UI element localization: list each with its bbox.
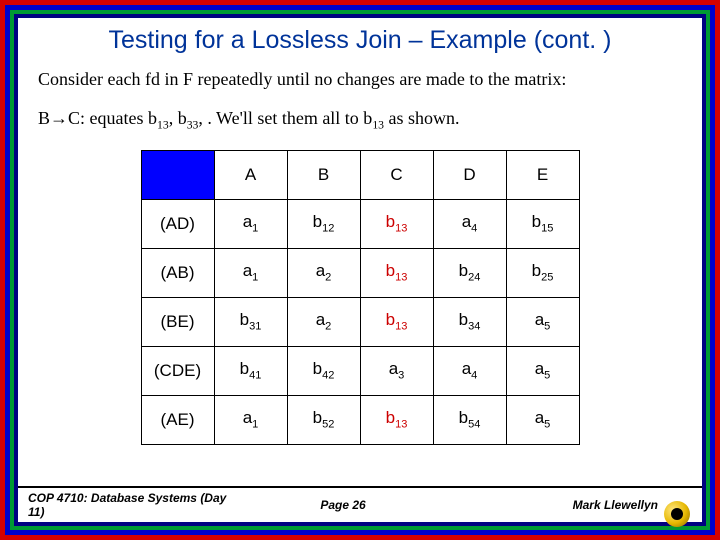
table-row: (AB)a1a2b13b24b25 xyxy=(141,248,579,297)
matrix-cell: a5 xyxy=(506,297,579,346)
matrix-cell: a1 xyxy=(214,395,287,444)
matrix-cell: b25 xyxy=(506,248,579,297)
paragraph-1: Consider each fd in F repeatedly until n… xyxy=(38,69,682,90)
p2-prefix: B xyxy=(38,108,50,128)
row-label: (BE) xyxy=(141,297,214,346)
header-row: A B C D E xyxy=(141,150,579,199)
matrix-cell: b15 xyxy=(506,199,579,248)
matrix-cell: b42 xyxy=(287,346,360,395)
border-navy: Testing for a Lossless Join – Example (c… xyxy=(14,14,706,526)
matrix-cell: a1 xyxy=(214,248,287,297)
table-row: (AD)a1b12b13a4b15 xyxy=(141,199,579,248)
border-blue: Testing for a Lossless Join – Example (c… xyxy=(5,5,715,535)
border-green: Testing for a Lossless Join – Example (c… xyxy=(10,10,710,530)
col-D: D xyxy=(433,150,506,199)
footer-author: Mark Llewellyn xyxy=(573,498,658,512)
table-row: (AE)a1b52b13b54a5 xyxy=(141,395,579,444)
slide-body: Consider each fd in F repeatedly until n… xyxy=(18,65,702,486)
footer: COP 4710: Database Systems (Day 11) Page… xyxy=(18,486,702,522)
footer-right: Mark Llewellyn xyxy=(448,498,692,512)
matrix-cell: b12 xyxy=(287,199,360,248)
matrix-cell: a2 xyxy=(287,248,360,297)
matrix-cell: a4 xyxy=(433,199,506,248)
row-label: (CDE) xyxy=(141,346,214,395)
footer-left: COP 4710: Database Systems (Day 11) xyxy=(28,491,238,519)
matrix-cell: b13 xyxy=(360,297,433,346)
col-C: C xyxy=(360,150,433,199)
matrix-cell: b54 xyxy=(433,395,506,444)
row-label: (AD) xyxy=(141,199,214,248)
logo-icon xyxy=(664,501,690,527)
matrix-cell: a5 xyxy=(506,395,579,444)
matrix-cell: b13 xyxy=(360,199,433,248)
col-B: B xyxy=(287,150,360,199)
table-row: (BE)b31a2b13b34a5 xyxy=(141,297,579,346)
paragraph-2: B→C: equates b13, b33, . We'll set them … xyxy=(38,108,682,132)
col-E: E xyxy=(506,150,579,199)
footer-center: Page 26 xyxy=(238,498,448,512)
matrix-cell: b41 xyxy=(214,346,287,395)
p2-sub2: 33 xyxy=(187,119,199,132)
slide-title: Testing for a Lossless Join – Example (c… xyxy=(28,26,692,55)
matrix-cell: a5 xyxy=(506,346,579,395)
col-A: A xyxy=(214,150,287,199)
p2-mid1: , b xyxy=(169,108,187,128)
row-label: (AB) xyxy=(141,248,214,297)
row-label: (AE) xyxy=(141,395,214,444)
matrix-cell: b31 xyxy=(214,297,287,346)
matrix-cell: a3 xyxy=(360,346,433,395)
p2-mid2: , . We'll set them all to b xyxy=(198,108,372,128)
matrix-cell: b13 xyxy=(360,248,433,297)
table-row: (CDE)b41b42a3a4a5 xyxy=(141,346,579,395)
matrix-table: A B C D E (AD)a1b12b13a4b15(AB)a1a2b13b2… xyxy=(141,150,580,445)
p2-end: as shown. xyxy=(384,108,460,128)
matrix-cell: a1 xyxy=(214,199,287,248)
matrix-cell: b13 xyxy=(360,395,433,444)
matrix-cell: b34 xyxy=(433,297,506,346)
corner-cell xyxy=(141,150,214,199)
matrix-cell: a4 xyxy=(433,346,506,395)
p2-sub3: 13 xyxy=(372,119,384,132)
matrix-cell: a2 xyxy=(287,297,360,346)
p2-sub1: 13 xyxy=(157,119,169,132)
arrow-icon: → xyxy=(50,108,68,128)
p2-after: C: equates b xyxy=(68,108,157,128)
slide: Testing for a Lossless Join – Example (c… xyxy=(0,0,720,540)
matrix-cell: b24 xyxy=(433,248,506,297)
matrix-cell: b52 xyxy=(287,395,360,444)
